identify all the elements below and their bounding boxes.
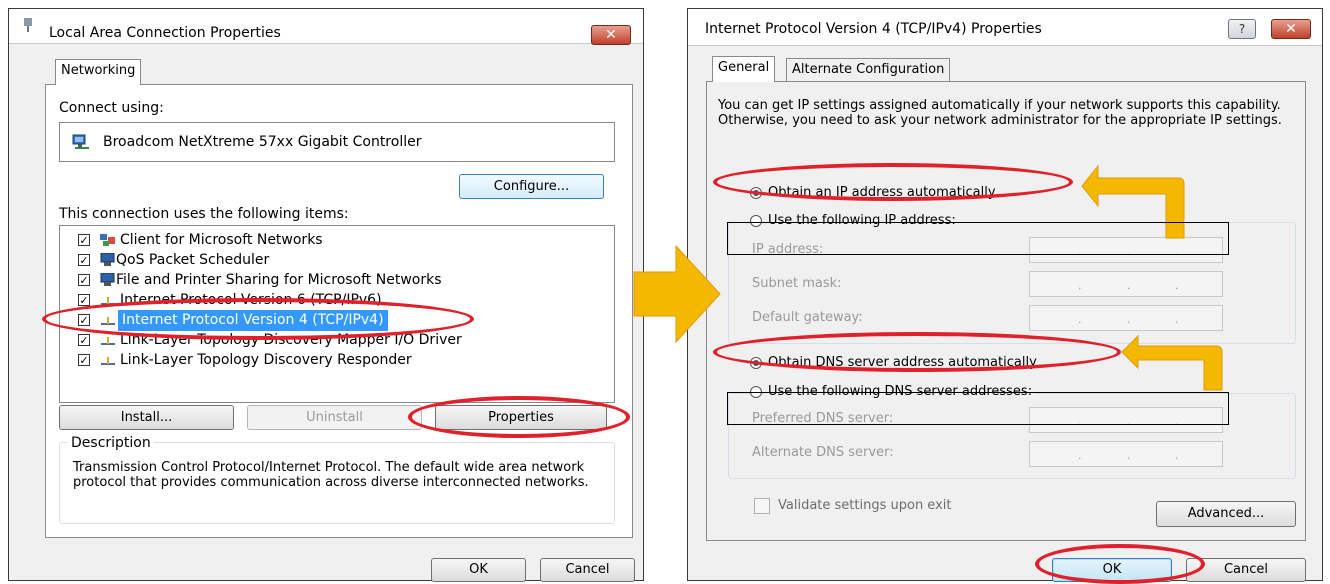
subnet-mask-label: Subnet mask:	[752, 276, 842, 291]
title-bar: Internet Protocol Version 4 (TCP/IPv4) P…	[688, 9, 1322, 46]
item-checkbox[interactable]: ✓	[78, 234, 90, 246]
ip-dot: .	[1127, 245, 1131, 258]
protocol-icon	[100, 293, 116, 307]
ip-dot: .	[1127, 415, 1131, 428]
auto-dns-radio[interactable]	[750, 357, 762, 369]
ip-dot: .	[1127, 313, 1131, 326]
items-label: This connection uses the following items…	[59, 206, 349, 222]
default-gateway-label: Default gateway:	[752, 310, 863, 325]
item-checkbox[interactable]: ✓	[78, 294, 90, 306]
ip-dot: .	[1175, 313, 1179, 326]
advanced-button-label: Advanced...	[1187, 506, 1265, 521]
default-gateway-field[interactable]: . . .	[1029, 305, 1223, 331]
window-title: Internet Protocol Version 4 (TCP/IPv4) P…	[705, 21, 1042, 37]
cancel-button-label: Cancel	[565, 562, 610, 577]
auto-dns-label[interactable]: Obtain DNS server address automatically	[768, 355, 1037, 370]
help-button[interactable]: ?	[1228, 19, 1256, 39]
close-button[interactable]: ✕	[1271, 19, 1311, 39]
validate-label: Validate settings upon exit	[778, 498, 952, 513]
ip-address-label: IP address:	[752, 242, 824, 257]
item-label: QoS Packet Scheduler	[116, 252, 270, 268]
curved-arrow-icon	[1081, 164, 1185, 239]
window-title: Local Area Connection Properties	[49, 25, 281, 41]
adapter-name: Broadcom NetXtreme 57xx Gigabit Controll…	[103, 134, 422, 150]
item-checkbox[interactable]: ✓	[78, 274, 90, 286]
adapter-field: Broadcom NetXtreme 57xx Gigabit Controll…	[59, 122, 615, 162]
properties-button[interactable]: Properties	[435, 405, 607, 430]
ip-dot: .	[1175, 245, 1179, 258]
validate-checkbox[interactable]	[754, 498, 770, 514]
ok-button-label: OK	[1102, 562, 1122, 577]
service-icon	[100, 252, 116, 267]
ipv4-properties-dialog: Internet Protocol Version 4 (TCP/IPv4) P…	[687, 8, 1323, 582]
description-text: Transmission Control Protocol/Internet P…	[73, 460, 589, 490]
install-button-label: Install...	[120, 410, 173, 425]
ok-button-label: OK	[469, 562, 488, 577]
advanced-button[interactable]: Advanced...	[1156, 501, 1296, 527]
ip-dot: .	[1078, 313, 1082, 326]
client-icon	[100, 233, 116, 247]
items-list: ✓ Client for Microsoft Networks ✓ QoS Pa…	[59, 225, 615, 403]
item-checkbox[interactable]: ✓	[78, 334, 90, 346]
cancel-button[interactable]: Cancel	[1186, 558, 1306, 582]
item-label: Client for Microsoft Networks	[120, 232, 323, 248]
alternate-dns-label: Alternate DNS server:	[752, 445, 894, 460]
configure-button[interactable]: Configure...	[459, 174, 604, 199]
protocol-icon	[100, 353, 116, 367]
title-bar: Local Area Connection Properties ✕	[9, 9, 643, 45]
description-legend: Description	[68, 435, 154, 451]
item-checkbox[interactable]: ✓	[78, 254, 90, 266]
item-label: Link-Layer Topology Discovery Responder	[120, 352, 412, 368]
close-button[interactable]: ✕	[591, 25, 631, 45]
ip-dot: .	[1127, 279, 1131, 292]
network-adapter-icon	[23, 18, 33, 32]
install-button[interactable]: Install...	[59, 405, 234, 430]
cancel-button-label: Cancel	[1223, 562, 1269, 577]
protocol-icon	[100, 333, 116, 347]
protocol-icon	[100, 313, 116, 327]
service-icon	[100, 272, 116, 287]
adapter-icon	[72, 134, 90, 154]
item-checkbox[interactable]: ✓	[78, 354, 90, 366]
configure-button-label: Configure...	[493, 179, 570, 194]
tab-networking[interactable]: Networking	[55, 59, 142, 85]
curved-arrow-icon	[1121, 334, 1223, 391]
ip-dot: .	[1175, 449, 1179, 462]
ip-dot: .	[1175, 415, 1179, 428]
manual-dns-radio[interactable]	[750, 386, 762, 398]
item-label: Internet Protocol Version 4 (TCP/IPv4)	[118, 310, 388, 331]
item-checkbox[interactable]: ✓	[78, 314, 90, 326]
ok-button[interactable]: OK	[431, 558, 526, 582]
ip-dot: .	[1127, 449, 1131, 462]
tab-alternate-configuration[interactable]: Alternate Configuration	[786, 58, 951, 82]
manual-ip-label[interactable]: Use the following IP address:	[765, 213, 959, 228]
uninstall-button[interactable]: Uninstall	[247, 405, 422, 430]
ip-dot: .	[1078, 449, 1082, 462]
subnet-mask-field[interactable]: . . .	[1029, 271, 1223, 297]
ip-dot: .	[1175, 279, 1179, 292]
ok-button[interactable]: OK	[1052, 558, 1172, 582]
cancel-button[interactable]: Cancel	[540, 558, 635, 582]
ip-dot: .	[1078, 245, 1082, 258]
properties-button-label: Properties	[488, 410, 554, 425]
preferred-dns-label: Preferred DNS server:	[752, 411, 894, 426]
manual-ip-radio[interactable]	[750, 215, 762, 227]
item-label: Internet Protocol Version 6 (TCP/IPv6)	[120, 292, 382, 308]
tab-general[interactable]: General	[712, 56, 776, 82]
alternate-dns-field[interactable]: . . .	[1029, 441, 1223, 467]
uninstall-button-label: Uninstall	[306, 410, 363, 425]
connect-using-label: Connect using:	[59, 100, 164, 116]
local-area-connection-dialog: Local Area Connection Properties ✕ Netwo…	[8, 8, 644, 582]
ip-dot: .	[1078, 279, 1082, 292]
item-label: File and Printer Sharing for Microsoft N…	[116, 272, 442, 288]
intro-text: You can get IP settings assigned automat…	[718, 98, 1282, 128]
ip-dot: .	[1078, 415, 1082, 428]
auto-ip-radio[interactable]	[750, 187, 762, 199]
right-arrow-icon	[633, 244, 721, 344]
item-label: Link-Layer Topology Discovery Mapper I/O…	[120, 332, 462, 348]
preferred-dns-field[interactable]: . . .	[1029, 407, 1223, 433]
manual-dns-label[interactable]: Use the following DNS server addresses:	[765, 384, 1036, 399]
auto-ip-label[interactable]: Obtain an IP address automatically	[768, 185, 996, 200]
